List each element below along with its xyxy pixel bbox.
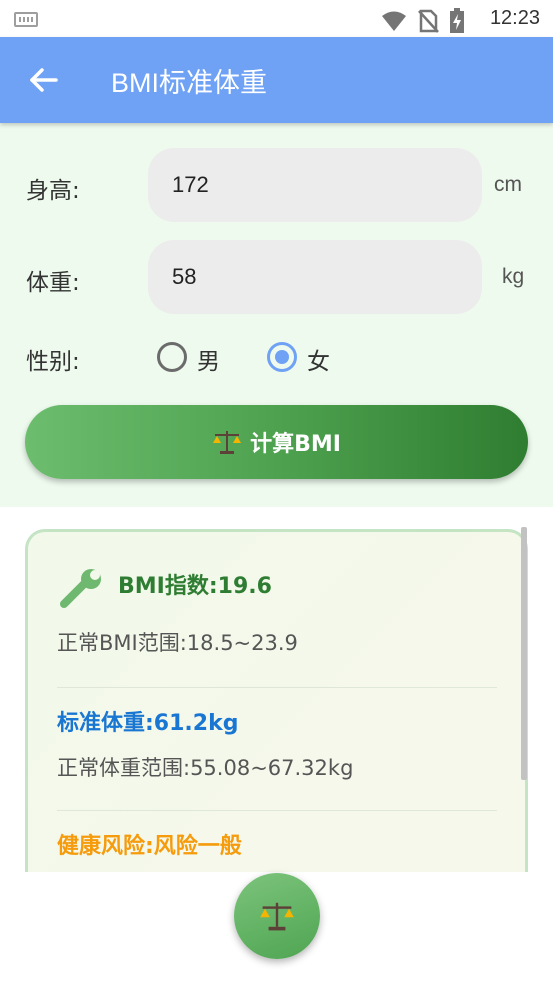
no-sim-icon xyxy=(418,9,439,33)
input-panel: 身高: cm 体重: kg 性别: 男 女 计算BMI xyxy=(0,123,553,507)
keyboard-icon xyxy=(14,12,38,27)
app-bar: BMI标准体重 xyxy=(0,37,553,123)
page-title: BMI标准体重 xyxy=(111,68,268,98)
weight-range: 正常体重范围:55.08~67.32kg xyxy=(57,756,354,780)
gender-label: 性别: xyxy=(26,349,80,375)
weight-field[interactable] xyxy=(148,240,482,314)
wifi-icon xyxy=(382,11,406,31)
weight-input[interactable] xyxy=(172,240,462,314)
height-input[interactable] xyxy=(172,148,462,222)
result-card: BMI指数:19.6 正常BMI范围:18.5~23.9 标准体重:61.2kg… xyxy=(25,529,528,909)
calculate-button[interactable]: 计算BMI xyxy=(25,405,528,479)
radio-female[interactable] xyxy=(267,342,297,372)
bmi-result: BMI指数:19.6 xyxy=(118,574,272,599)
wrench-icon xyxy=(60,569,101,608)
weight-unit: kg xyxy=(502,265,525,288)
radio-male-label[interactable]: 男 xyxy=(197,342,220,376)
calculate-label: 计算BMI xyxy=(250,432,341,457)
arrow-left-icon[interactable] xyxy=(26,63,60,97)
health-risk: 健康风险:风险一般 xyxy=(57,834,242,859)
divider xyxy=(57,810,497,811)
divider xyxy=(57,687,497,688)
scale-icon xyxy=(213,431,242,454)
height-label: 身高: xyxy=(26,178,80,204)
fab-button[interactable] xyxy=(234,873,320,959)
battery-charging-icon xyxy=(450,8,464,33)
height-unit: cm xyxy=(494,173,522,196)
height-field[interactable] xyxy=(148,148,482,222)
clock: 12:23 xyxy=(489,7,540,29)
scale-icon xyxy=(260,902,294,931)
standard-weight: 标准体重:61.2kg xyxy=(57,711,239,736)
status-bar: 12:23 xyxy=(0,0,553,37)
weight-label: 体重: xyxy=(26,270,80,296)
radio-male[interactable] xyxy=(157,342,187,372)
status-icons xyxy=(381,8,465,34)
radio-female-label[interactable]: 女 xyxy=(307,342,330,376)
bmi-range: 正常BMI范围:18.5~23.9 xyxy=(57,631,298,655)
scrollbar[interactable] xyxy=(521,527,527,780)
